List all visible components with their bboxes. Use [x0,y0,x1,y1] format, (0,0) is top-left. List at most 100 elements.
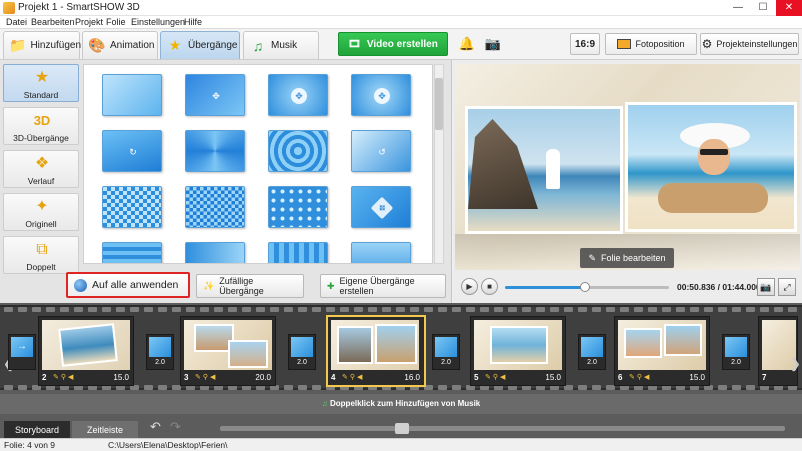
fullscreen-icon[interactable]: ⤢ [778,278,796,296]
storyboard-zoom-slider[interactable] [220,426,785,431]
bell-icon[interactable]: 🔔 [458,35,476,53]
category-verlauf[interactable]: ❖ Verlauf [3,150,79,188]
tab-uebergaenge[interactable]: ★ Übergänge [160,31,240,59]
tab-storyboard[interactable]: Storyboard [4,421,70,438]
menu-projekt[interactable]: Projekt [75,16,103,28]
close-button[interactable]: ✕ [776,0,802,16]
slide-edit-icons[interactable]: ✎⚲◀ [342,373,364,381]
storyboard-slide[interactable]: 6 ✎⚲◀ 15.0 [614,316,710,386]
category-3d[interactable]: 3D 3D-Übergänge [3,107,79,145]
category-originell[interactable]: ✦ Originell [3,193,79,231]
transition-thumbnail[interactable] [268,186,328,228]
film-perforation [466,307,475,312]
film-perforation [312,307,321,312]
edit-slide-button[interactable]: ✎ Folie bearbeiten [580,248,674,268]
film-perforation [578,307,587,312]
slide-preview-image [455,64,800,270]
custom-transitions-button[interactable]: ✚ Eigene Übergänge erstellen [320,274,446,298]
transition-thumbnail[interactable] [102,74,162,116]
status-bar: Folie: 4 von 9 C:\Users\Elena\Desktop\Fe… [0,438,802,451]
transition-duration: 2.0 [731,359,741,366]
slide-edit-icons[interactable]: ✎⚲◀ [195,373,217,381]
film-perforation [634,307,643,312]
transition-thumbnail[interactable] [185,186,245,228]
tab-animation[interactable]: 🎨 Animation [82,31,158,59]
film-perforation [74,307,83,312]
film-perforation [60,307,69,312]
undo-icon[interactable]: ↶ [150,419,161,435]
apply-all-button[interactable]: Auf alle anwenden [66,272,190,298]
transition-tile[interactable]: 2.0 [146,334,174,370]
slide-edit-icons[interactable]: ✎⚲◀ [53,373,75,381]
scrollbar-thumb[interactable] [435,78,443,130]
maximize-button[interactable]: ☐ [751,0,775,16]
transition-tile[interactable]: 2.0 [578,334,606,370]
film-perforation [592,385,601,390]
film-perforation [312,385,321,390]
transition-thumbnail[interactable] [351,242,411,263]
category-standard[interactable]: ★ Standard [3,64,79,102]
transition-thumbnail[interactable]: ✥ [268,74,328,116]
photo-position-label: Fotoposition [635,39,685,49]
random-transitions-label: Zufällige Übergänge [219,276,264,296]
tab-timeline[interactable]: Zeitleiste [72,421,138,438]
film-perforation [536,307,545,312]
category-doppelt[interactable]: ⧉ Doppelt [3,236,79,274]
image-export-icon[interactable]: 📷 [484,35,502,53]
minimize-button[interactable]: — [726,0,750,16]
category-label: Doppelt [26,262,56,272]
photo-position-button[interactable]: Fotoposition [605,33,697,55]
transitions-panel: ★ Standard 3D 3D-Übergänge ❖ Verlauf ✦ O… [0,60,452,303]
create-video-button[interactable]: 🎞 Video erstellen [338,32,448,56]
film-perforation [676,307,685,312]
storyboard-slide-active[interactable]: 4 ✎⚲◀ 16.0 [326,315,426,387]
transition-thumbnail[interactable]: ✥ [185,74,245,116]
category-label: Verlauf [27,176,55,186]
transition-thumbnail[interactable]: ✥ [351,74,411,116]
storyboard-slide[interactable]: 7 [758,316,798,386]
transition-tile[interactable]: 2.0 [722,334,750,370]
slide-edit-icons[interactable]: ✎⚲◀ [485,373,507,381]
aspect-ratio-button[interactable]: 16:9 [570,33,600,55]
play-button[interactable]: ▶ [461,278,478,295]
film-perforation [424,307,433,312]
redo-icon[interactable]: ↷ [170,419,181,435]
transition-tile-partial[interactable]: → [8,334,36,370]
snapshot-camera-icon[interactable]: 📷 [757,278,775,296]
storyboard-slide[interactable]: 2 ✎⚲◀ 15.0 [38,316,134,386]
transition-thumbnail[interactable] [102,186,162,228]
film-perforation [116,307,125,312]
film-perforation [410,307,419,312]
3d-icon: 3D [33,113,51,128]
project-settings-button[interactable]: ⚙ Projekteinstellungen [700,33,799,55]
seek-handle[interactable] [580,282,591,292]
slide-edit-icons[interactable]: ✎⚲◀ [629,373,651,381]
zoom-slider-handle[interactable] [395,423,409,434]
menu-datei[interactable]: Datei [6,16,27,28]
transition-thumbnail[interactable]: ↻ [102,130,162,172]
add-transition-icon: ✚ [327,280,335,291]
slide-duration: 20.0 [255,373,271,382]
stop-button[interactable]: ■ [481,278,498,295]
film-perforation [270,307,279,312]
random-transitions-button[interactable]: ✨ Zufällige Übergänge [196,274,304,298]
transition-tile[interactable]: 2.0 [432,334,460,370]
storyboard-slide[interactable]: 3 ✎⚲◀ 20.0 [180,316,276,386]
transition-tile[interactable]: 2.0 [288,334,316,370]
transition-thumbnail[interactable] [268,130,328,172]
transition-thumbnail[interactable] [268,242,328,263]
menu-einstellungen[interactable]: Einstellungen [131,16,185,28]
menu-bearbeiten[interactable]: Bearbeiten [31,16,75,28]
transition-thumbnail[interactable] [185,242,245,263]
scroll-right-icon[interactable]: ❯ [790,356,801,372]
storyboard-slide[interactable]: 5 ✎⚲◀ 15.0 [470,316,566,386]
menu-folie[interactable]: Folie [106,16,126,28]
transition-thumbnail[interactable]: ↺ [351,130,411,172]
transition-thumbnail[interactable] [185,130,245,172]
tab-hinzufuegen[interactable]: 📁 Hinzufügen [3,31,81,59]
transition-thumbnail[interactable] [102,242,162,263]
menu-hilfe[interactable]: Hilfe [184,16,202,28]
transition-duration: 2.0 [587,359,597,366]
tab-musik[interactable]: ♫ Musik [243,31,319,59]
transition-thumbnail[interactable]: ✥ [351,186,411,228]
